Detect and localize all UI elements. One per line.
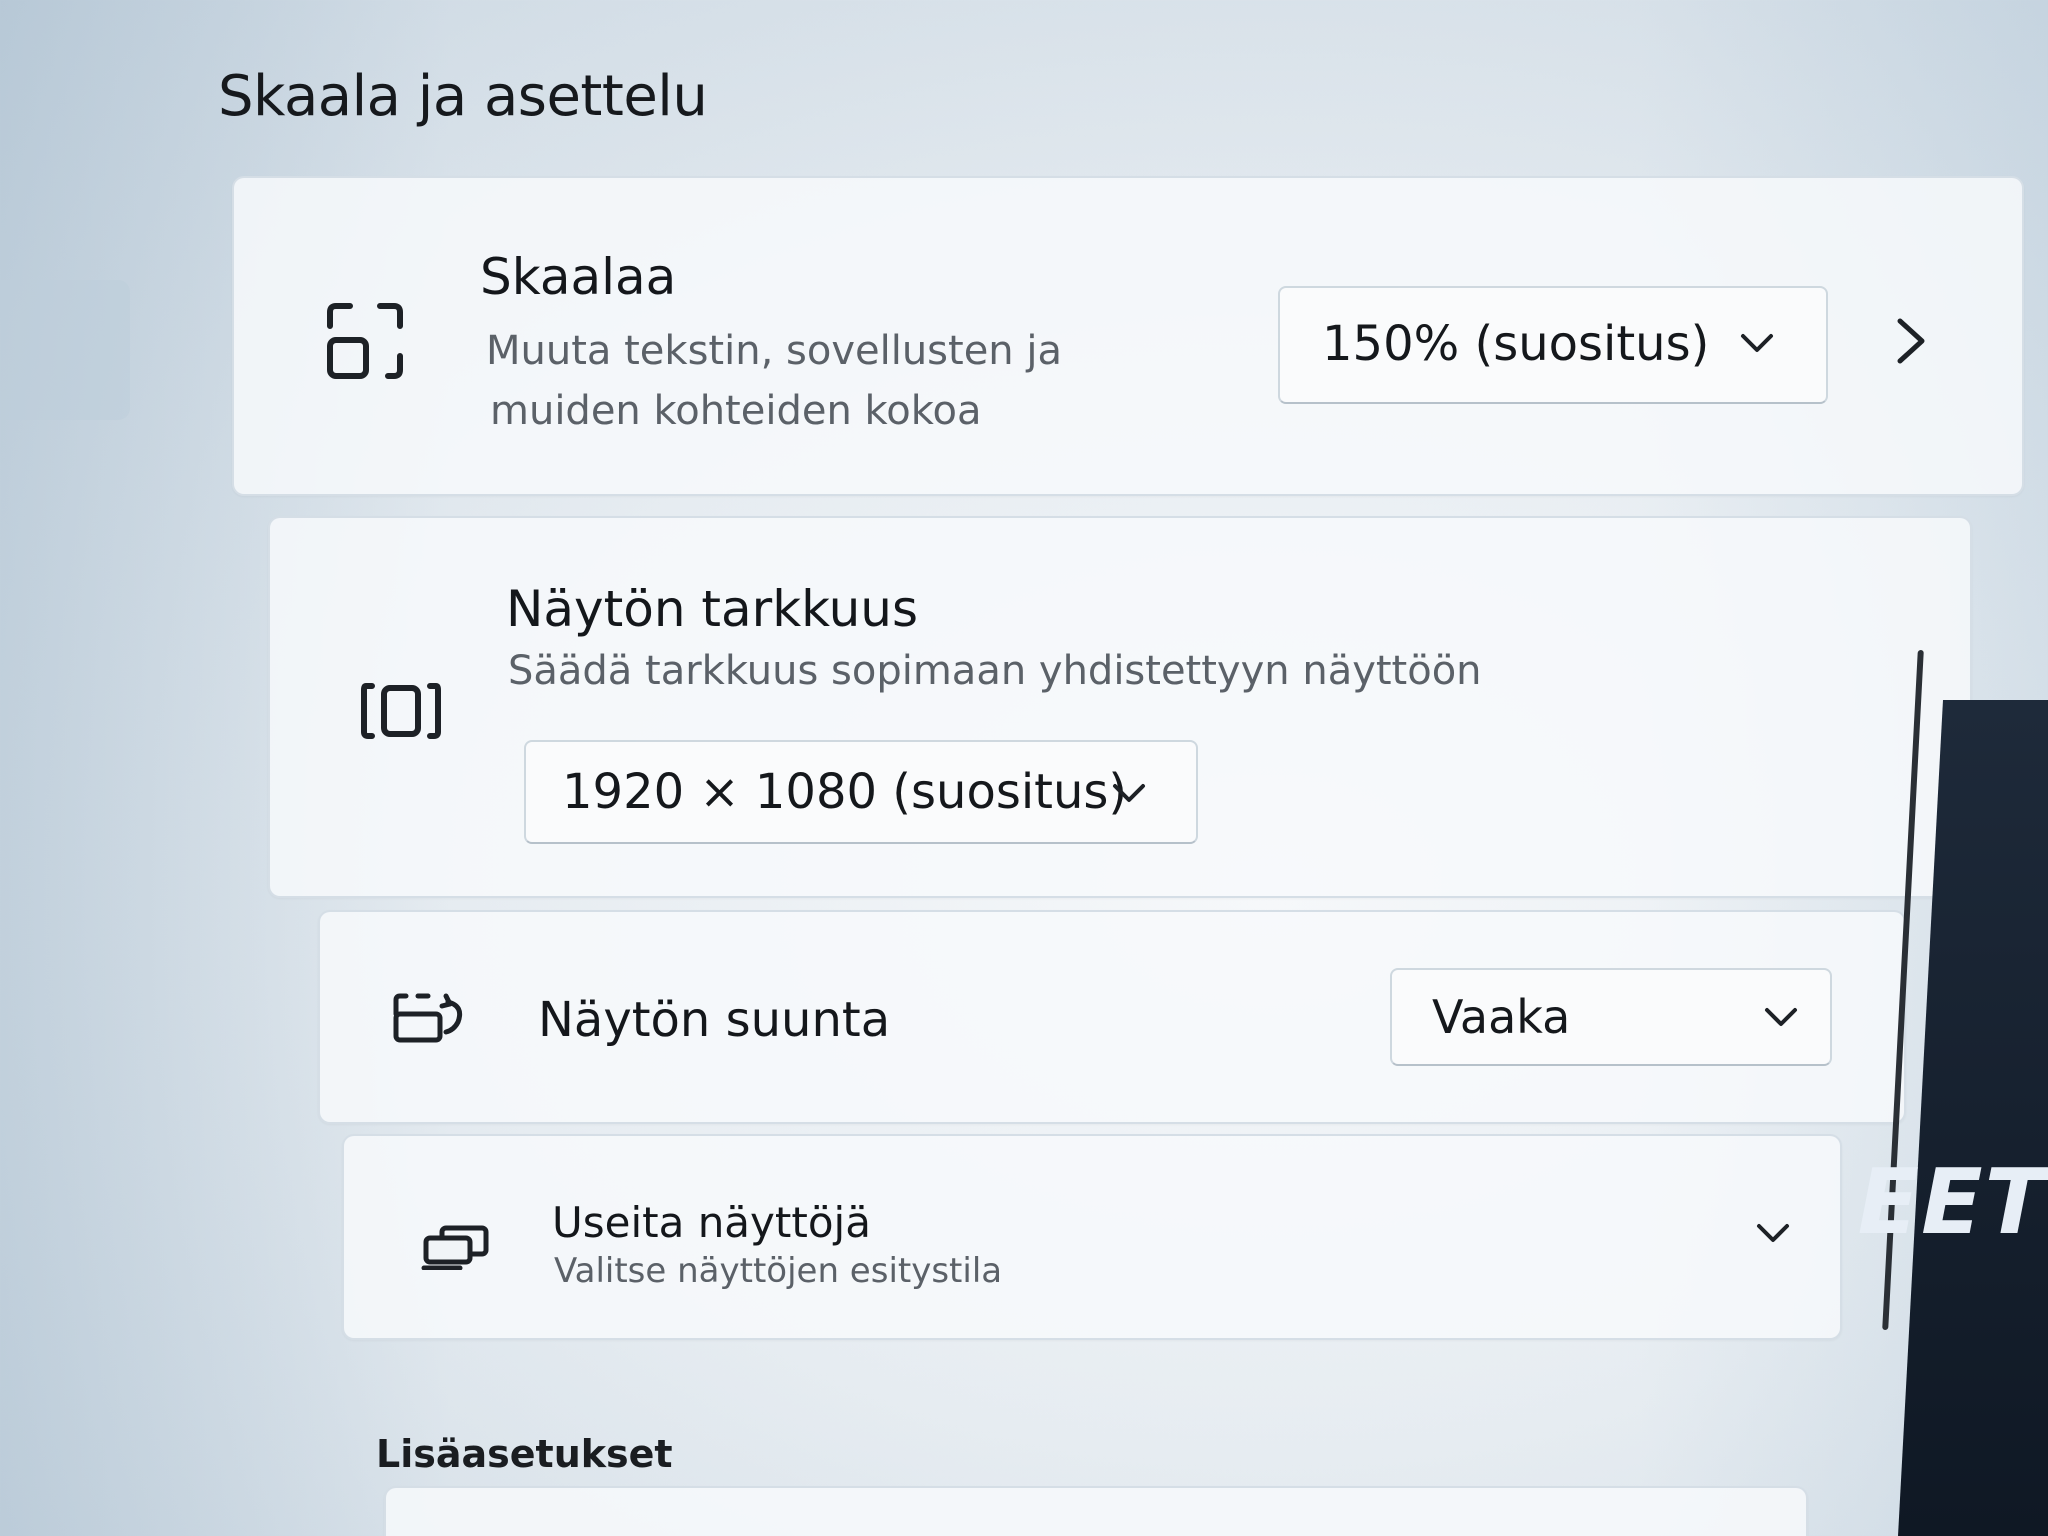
navigation-pane-selection xyxy=(0,280,130,420)
resolution-dropdown[interactable]: 1920 × 1080 (suositus) xyxy=(524,740,1198,844)
orientation-setting-card: Näytön suunta Vaaka xyxy=(318,910,1906,1124)
resolution-title: Näytön tarkkuus xyxy=(506,580,919,638)
scale-setting-card[interactable]: Skaalaa Muuta tekstin, sovellusten ja mu… xyxy=(232,176,2024,496)
orientation-title: Näytön suunta xyxy=(538,992,891,1048)
background-window-text: EET xyxy=(1857,1150,2048,1255)
scale-title: Skaalaa xyxy=(480,248,677,306)
chevron-down-icon[interactable] xyxy=(1756,1222,1790,1244)
section-title: Skaala ja asettelu xyxy=(218,64,708,129)
chevron-right-icon[interactable] xyxy=(1894,316,1928,366)
resolution-dropdown-value: 1920 × 1080 (suositus) xyxy=(562,764,1128,820)
multiple-displays-icon xyxy=(421,1225,489,1270)
resolution-setting-card: Näytön tarkkuus Säädä tarkkuus sopimaan … xyxy=(268,516,1972,898)
resolution-icon xyxy=(361,683,441,739)
scale-dropdown-value: 150% (suositus) xyxy=(1322,316,1710,372)
more-settings-heading: Lisäasetukset xyxy=(376,1432,673,1476)
orientation-dropdown[interactable]: Vaaka xyxy=(1390,968,1832,1066)
multiple-displays-description: Valitse näyttöjen esitystila xyxy=(554,1251,1003,1291)
multiple-displays-card[interactable]: Useita näyttöjä Valitse näyttöjen esitys… xyxy=(342,1134,1842,1340)
orientation-icon xyxy=(393,993,463,1043)
chevron-down-icon xyxy=(1741,334,1773,352)
scale-dropdown[interactable]: 150% (suositus) xyxy=(1278,286,1828,404)
chevron-down-icon xyxy=(1113,784,1145,802)
chevron-down-icon xyxy=(1765,1008,1797,1026)
orientation-dropdown-value: Vaaka xyxy=(1432,990,1571,1044)
scale-icon xyxy=(327,303,403,379)
scale-description-line1: Muuta tekstin, sovellusten ja xyxy=(486,328,1062,374)
more-settings-card[interactable] xyxy=(384,1486,1808,1536)
resolution-description: Säädä tarkkuus sopimaan yhdistettyyn näy… xyxy=(508,648,1482,694)
scale-description-line2: muiden kohteiden kokoa xyxy=(490,388,982,434)
